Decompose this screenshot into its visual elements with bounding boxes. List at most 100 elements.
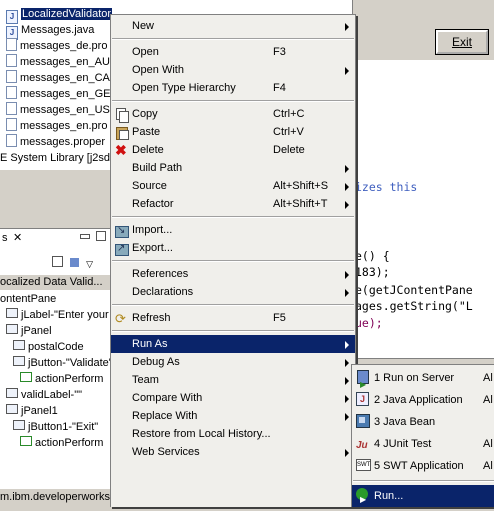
explorer-item[interactable]: messages.proper [6,134,105,150]
explorer-item-label: messages_en.pro [20,120,108,132]
menu-item-refactor[interactable]: Refactor Alt+Shift+T [111,195,355,213]
file-icon [6,38,17,51]
event-icon [20,372,32,382]
menu-item-run-as[interactable]: Run As [111,335,355,353]
menu-item-4-junit-test[interactable]: Ju 4 JUnit Test Al [352,433,494,455]
explorer-item-label: messages_de.pro [20,40,108,52]
file-icon [6,70,17,83]
menu-item-accelerator: Al [483,372,493,384]
export-icon: ↗ [115,242,129,256]
bean-tree-item[interactable]: postalCode [13,339,84,355]
junit-icon: Ju [356,440,368,451]
maximize-icon[interactable] [96,231,106,241]
bean-tree-item-label: actionPerform [35,373,104,385]
bean-tree-item[interactable]: jButton1-"Exit" [13,419,98,435]
minimize-icon[interactable] [80,234,90,239]
package-explorer: J LocalizedValidator J Messages.java message… [0,0,112,170]
explorer-item[interactable]: messages_en_AU [6,54,110,70]
explorer-item[interactable]: J LocalizedValidator [6,6,113,24]
menu-item-import[interactable]: ↘ Import... [111,221,355,239]
menu-item-paste[interactable]: Paste Ctrl+V [111,123,355,141]
bean-tree-item-label: actionPerform [35,437,104,449]
event-icon [20,436,32,446]
swt-icon: SWT [356,458,371,471]
filter-icon[interactable] [70,258,80,267]
exit-button[interactable]: Exit [435,29,489,55]
explorer-item[interactable]: messages_en_CA [6,70,110,86]
menu-item-refresh[interactable]: ⟳ Refresh F5 [111,309,355,327]
menu-item-open-with[interactable]: Open With [111,61,355,79]
menu-item-open[interactable]: Open F3 [111,43,355,61]
menu-separator [112,38,354,40]
menu-item-declarations[interactable]: Declarations [111,283,355,301]
menu-item-accelerator: Ctrl+V [273,126,304,138]
menu-item-export[interactable]: ↗ Export... [111,239,355,257]
menu-item-restore-from-local-history[interactable]: Restore from Local History... [111,425,355,443]
menu-item-compare-with[interactable]: Compare With [111,389,355,407]
panel-divider [0,170,112,228]
file-icon [6,134,17,147]
explorer-item-label: messages_en_GE [20,88,111,100]
menu-item-delete[interactable]: ✖ Delete Delete [111,141,355,159]
menu-item-3-java-bean[interactable]: 3 Java Bean [352,411,494,433]
menu-item-accelerator: F3 [273,46,286,58]
file-icon [6,118,17,131]
menu-item-copy[interactable]: Copy Ctrl+C [111,105,355,123]
collapse-icon[interactable] [52,256,63,267]
chevron-down-icon[interactable]: ▽ [86,259,93,270]
bean-tree-item[interactable]: jButton-"Validate" [13,355,113,371]
bean-tree-item[interactable]: jPanel1 [6,403,58,419]
menu-item-label: Import... [132,224,173,236]
bean-tree-item[interactable]: jPanel [6,323,52,339]
bean-tree-item-label: ontentPane [0,293,57,305]
bean-tree-item[interactable]: actionPerform [20,371,103,387]
beans-view-tab[interactable]: s [2,232,8,244]
menu-item-label: Copy [132,108,158,120]
bean-tree-item-label: jButton1-"Exit" [28,421,99,433]
menu-item-label: 1 Run on Server [374,372,455,384]
menu-separator [112,330,354,332]
system-library-item[interactable]: E System Library [j2sdl [0,150,112,166]
menu-item-web-services[interactable]: Web Services [111,443,355,461]
menu-item-replace-with[interactable]: Replace With [111,407,355,425]
code-line: izes this [355,180,418,194]
bean-tree-item[interactable]: jLabel-"Enter your zip [6,307,126,323]
explorer-item[interactable]: J Messages.java [6,22,95,40]
submenu-arrow-icon [345,67,349,75]
menu-item-references[interactable]: References [111,265,355,283]
bean-tree-item[interactable]: actionPerform [20,435,103,451]
menu-item-2-java-application[interactable]: J 2 Java Application Al [352,389,494,411]
menu-item-label: Source [132,180,167,192]
submenu-arrow-icon [345,449,349,457]
explorer-item-label: Messages.java [21,24,95,36]
menu-separator [112,100,354,102]
menu-item-1-run-on-server[interactable]: ▶ 1 Run on Server Al [352,367,494,389]
run-icon: ▶ [356,488,369,504]
menu-item-label: Open With [132,64,184,76]
bean-tree-item[interactable]: ontentPane [0,291,56,307]
explorer-item[interactable]: messages_de.pro [6,38,107,54]
menu-item-new[interactable]: New [111,17,355,35]
explorer-item[interactable]: messages_en_US [6,102,110,118]
explorer-item[interactable]: messages_en_GE [6,86,111,102]
menu-item-build-path[interactable]: Build Path [111,159,355,177]
explorer-item-label: messages_en_AU [20,56,110,68]
menu-item-accelerator: Al [483,438,493,450]
close-icon[interactable]: ✕ [13,231,22,244]
menu-item-accelerator: Delete [273,144,305,156]
code-line: ages.getString("L [355,299,473,313]
menu-item-5-swt-application[interactable]: SWT 5 SWT Application Al [352,455,494,477]
menu-item-debug-as[interactable]: Debug As [111,353,355,371]
submenu-arrow-icon [345,289,349,297]
menu-item-run[interactable]: ▶ Run... [352,485,494,507]
menu-item-source[interactable]: Source Alt+Shift+S [111,177,355,195]
menu-item-open-type-hierarchy[interactable]: Open Type Hierarchy F4 [111,79,355,97]
copy-icon [115,108,129,123]
component-icon [13,340,25,350]
menu-item-label: Debug As [132,356,180,368]
component-icon [6,404,18,414]
menu-item-team[interactable]: Team [111,371,355,389]
bean-tree-item[interactable]: validLabel-"" [6,387,82,403]
explorer-item[interactable]: messages_en.pro [6,118,107,134]
menu-item-label: Compare With [132,392,203,404]
